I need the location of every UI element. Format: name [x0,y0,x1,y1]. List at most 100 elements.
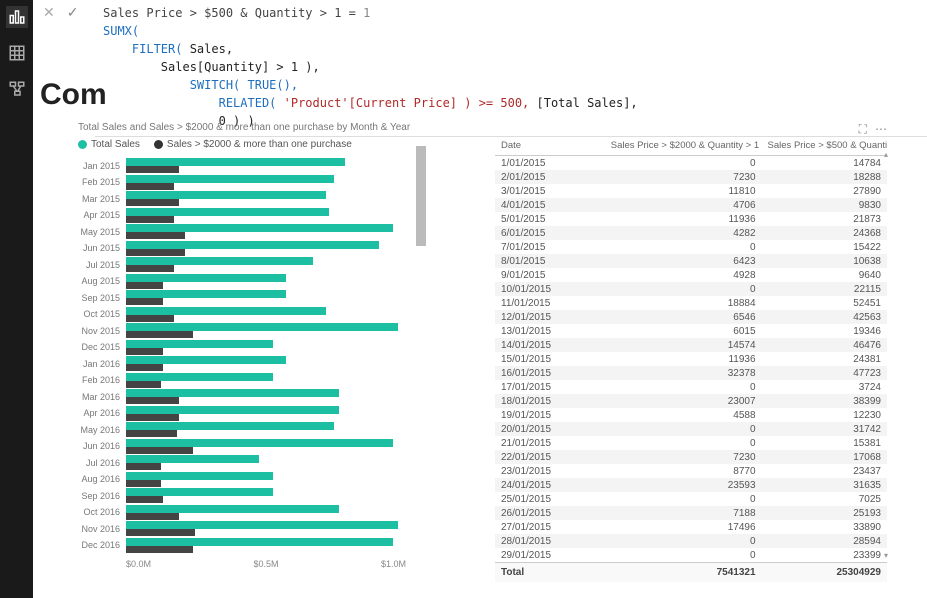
table-row[interactable]: 1/01/2015014784 [495,156,887,171]
table-row[interactable]: 27/01/20151749633890 [495,520,887,534]
bar-total-sales [126,257,313,265]
col-header-date[interactable]: Date [495,136,605,156]
scroll-up-icon[interactable]: ▴ [884,150,888,159]
table-row[interactable]: 10/01/2015022115 [495,282,887,296]
cell-v1: 6423 [605,254,762,268]
bar-sales-2000 [126,315,174,322]
table-row[interactable]: 5/01/20151193621873 [495,212,887,226]
cell-date: 3/01/2015 [495,184,605,198]
table-row[interactable]: 18/01/20152300738399 [495,394,887,408]
col-header-v1[interactable]: Sales Price > $2000 & Quantity > 1 [605,136,762,156]
table-row[interactable]: 25/01/201507025 [495,492,887,506]
table-row[interactable]: 4/01/201547069830 [495,198,887,212]
table-row[interactable]: 14/01/20151457446476 [495,338,887,352]
cell-v1: 0 [605,282,762,296]
scroll-down-icon[interactable]: ▾ [884,551,888,560]
cell-v2: 23399 [762,548,887,563]
cell-date: 12/01/2015 [495,310,605,324]
bar-label: Feb 2016 [78,375,126,385]
chart-scrollbar[interactable] [416,146,426,246]
x-tick: $0.5M [219,559,312,569]
cell-v2: 24381 [762,352,887,366]
table-row[interactable]: 28/01/2015028594 [495,534,887,548]
bar-total-sales [126,290,286,298]
table-row[interactable]: 19/01/2015458812230 [495,408,887,422]
table-row[interactable]: 29/01/2015023399 [495,548,887,563]
table-row[interactable]: 23/01/2015877023437 [495,464,887,478]
cell-date: 9/01/2015 [495,268,605,282]
table-row[interactable]: 16/01/20153237847723 [495,366,887,380]
bar-sales-2000 [126,348,163,355]
table-row[interactable]: 17/01/201503724 [495,380,887,394]
bar-row: Apr 2016 [78,406,478,422]
table-row[interactable]: 21/01/2015015381 [495,436,887,450]
bar-sales-2000 [126,513,179,520]
cell-v1: 7230 [605,170,762,184]
cell-date: 7/01/2015 [495,240,605,254]
table-row[interactable]: 2/01/2015723018288 [495,170,887,184]
table-row[interactable]: 3/01/20151181027890 [495,184,887,198]
formula-bar[interactable]: Sales Price > $500 & Quantity > 1 = 1 SU… [95,0,927,137]
bar-row: Sep 2016 [78,488,478,504]
bar-row: Dec 2015 [78,340,478,356]
bar-total-sales [126,191,326,199]
cell-date: 17/01/2015 [495,380,605,394]
focus-mode-icon[interactable]: ⛶ [859,122,867,136]
cell-v1: 18884 [605,296,762,310]
table-row[interactable]: 20/01/2015031742 [495,422,887,436]
table-row[interactable]: 9/01/201549289640 [495,268,887,282]
footer-v2: 25304929 [762,563,887,583]
bar-label: Aug 2016 [78,474,126,484]
table-visual[interactable]: ⛶ ⋯ Date Sales Price > $2000 & Quantity … [495,122,887,580]
table-scrollbar[interactable]: ▴ ▾ [883,150,889,560]
bar-row: Nov 2016 [78,521,478,537]
cell-v2: 38399 [762,394,887,408]
bar-total-sales [126,208,329,216]
table-row[interactable]: 15/01/20151193624381 [495,352,887,366]
table-row[interactable]: 7/01/2015015422 [495,240,887,254]
report-view-icon[interactable] [6,6,28,28]
table-row[interactable]: 22/01/2015723017068 [495,450,887,464]
model-view-icon[interactable] [6,78,28,100]
cell-date: 6/01/2015 [495,226,605,240]
table-row[interactable]: 6/01/2015428224368 [495,226,887,240]
cell-v1: 11936 [605,212,762,226]
table-row[interactable]: 13/01/2015601519346 [495,324,887,338]
page-title: Com [40,78,107,112]
cell-date: 22/01/2015 [495,450,605,464]
bar-row: Feb 2016 [78,373,478,389]
col-header-v2[interactable]: Sales Price > $500 & Quantity > 1 [762,136,887,156]
left-nav-rail [0,0,33,598]
cell-date: 20/01/2015 [495,422,605,436]
cell-v1: 0 [605,380,762,394]
cell-date: 19/01/2015 [495,408,605,422]
more-options-icon[interactable]: ⋯ [875,122,887,136]
cell-v1: 11810 [605,184,762,198]
bar-sales-2000 [126,232,185,239]
bar-total-sales [126,224,393,232]
table-row[interactable]: 12/01/2015654642563 [495,310,887,324]
commit-icon[interactable]: ✓ [67,4,79,21]
cancel-icon[interactable]: ✕ [43,4,55,21]
bar-label: Apr 2015 [78,210,126,220]
bar-total-sales [126,439,393,447]
bar-chart-visual[interactable]: Total Sales and Sales > $2000 & more tha… [78,122,478,582]
bar-label: Feb 2015 [78,177,126,187]
bar-row: Nov 2015 [78,323,478,339]
bar-row: Oct 2016 [78,505,478,521]
table-row[interactable]: 26/01/2015718825193 [495,506,887,520]
bar-label: Sep 2016 [78,491,126,501]
cell-v1: 4706 [605,198,762,212]
legend-label-2: Sales > $2000 & more than one purchase [167,139,352,150]
bar-row: Aug 2015 [78,274,478,290]
legend-swatch-teal [78,140,87,149]
cell-v1: 4282 [605,226,762,240]
cell-v2: 15381 [762,436,887,450]
cell-v2: 25193 [762,506,887,520]
cell-v1: 14574 [605,338,762,352]
table-row[interactable]: 11/01/20151888452451 [495,296,887,310]
table-row[interactable]: 8/01/2015642310638 [495,254,887,268]
data-view-icon[interactable] [6,42,28,64]
bar-total-sales [126,274,286,282]
table-row[interactable]: 24/01/20152359331635 [495,478,887,492]
